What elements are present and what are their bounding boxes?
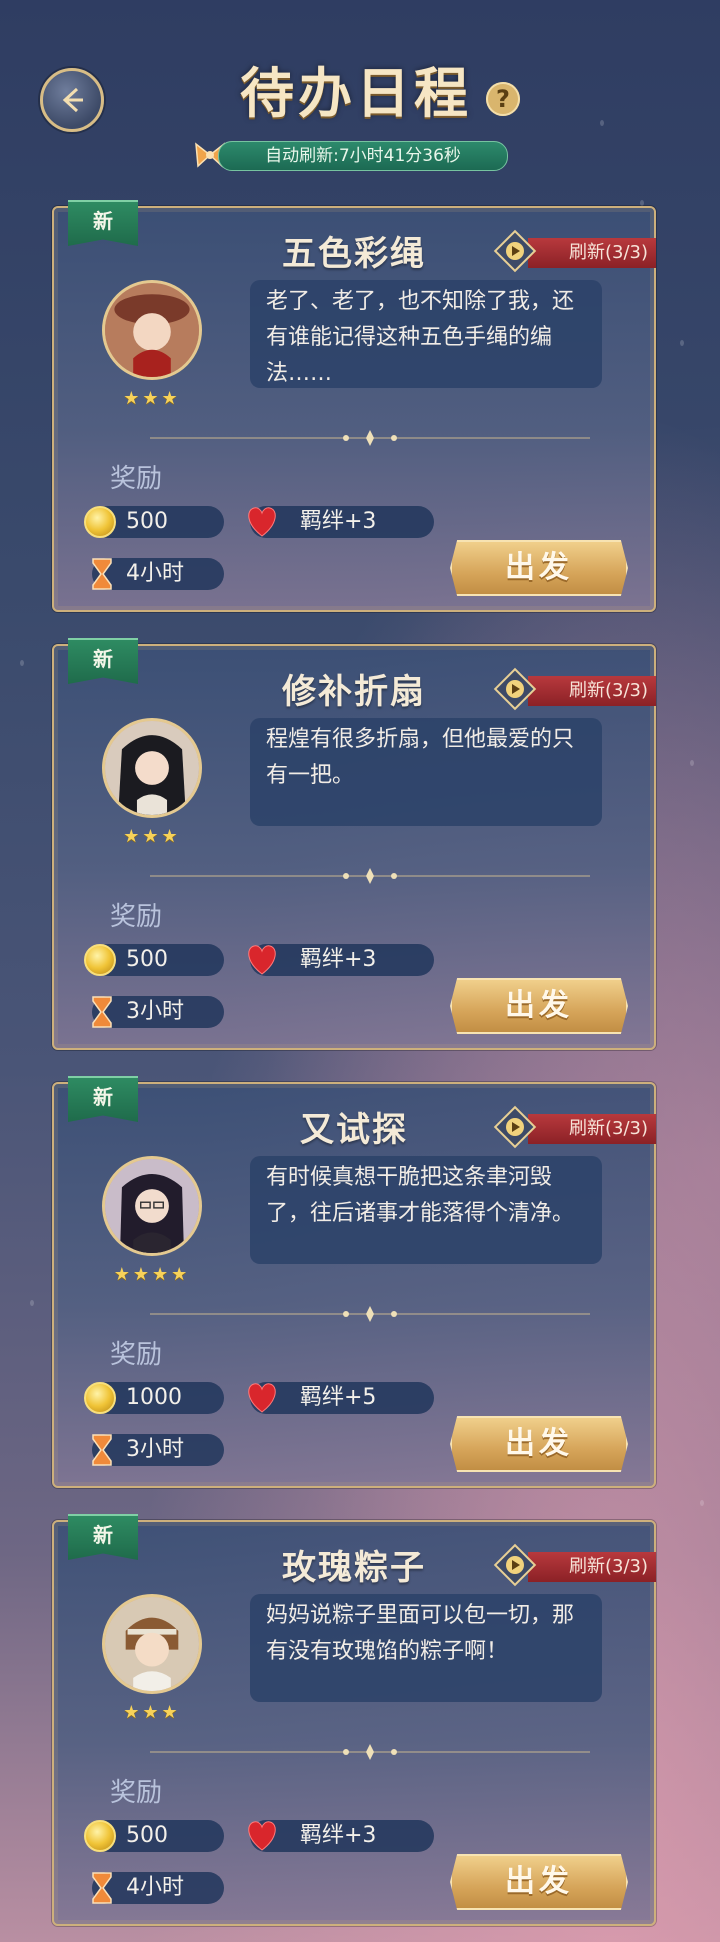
reward-label: 奖励: [110, 1778, 163, 1808]
divider: [150, 868, 590, 884]
depart-button[interactable]: 出发: [450, 978, 628, 1034]
hourglass-icon: [92, 996, 112, 1028]
video-play-icon[interactable]: [492, 1542, 538, 1588]
reward-label: 奖励: [110, 902, 163, 932]
depart-button[interactable]: 出发: [450, 1416, 628, 1472]
bond-amount: 羁绊+5: [300, 1385, 377, 1410]
duration-text: 4小时: [126, 561, 184, 586]
bond-amount: 羁绊+3: [300, 1823, 377, 1848]
rarity-stars: ★★★★: [113, 1264, 191, 1285]
hourglass-icon: [92, 1434, 112, 1466]
coin-icon: [84, 1382, 116, 1414]
divider: [150, 430, 590, 446]
schedule-card: 新 玫瑰粽子 刷新(3/3) ★★★ 妈妈说粽子里面可以包一切，那有没有玫瑰馅的…: [52, 1514, 656, 1926]
reward-label: 奖励: [110, 1340, 163, 1370]
video-play-icon[interactable]: [492, 666, 538, 712]
depart-button[interactable]: 出发: [450, 540, 628, 596]
dialog-text: 妈妈说粽子里面可以包一切，那有没有玫瑰馅的粽子啊！: [250, 1594, 602, 1702]
rarity-stars: ★★★: [123, 826, 181, 847]
bond-amount: 羁绊+3: [300, 509, 377, 534]
hourglass-icon: [92, 1872, 112, 1904]
heart-icon: [248, 1821, 276, 1851]
coin-amount: 1000: [126, 1385, 182, 1410]
heart-icon: [248, 507, 276, 537]
video-play-icon[interactable]: [492, 1104, 538, 1150]
hourglass-icon: [92, 558, 112, 590]
character-avatar: [102, 1156, 202, 1256]
coin-amount: 500: [126, 947, 168, 972]
refresh-button[interactable]: 刷新(3/3): [528, 238, 656, 268]
character-avatar: [102, 280, 202, 380]
heart-icon: [248, 1383, 276, 1413]
schedule-card: 新 修补折扇 刷新(3/3) ★★★ 程煌有很多折扇，但他最爱的只有一把。 奖励…: [52, 638, 656, 1050]
refresh-button[interactable]: 刷新(3/3): [528, 676, 656, 706]
divider: [150, 1306, 590, 1322]
schedule-card: 新 五色彩绳 刷新(3/3) ★★★ 老了、老了，也不知除了我，还有谁能记得这种…: [52, 200, 656, 612]
page-title: 待办日程: [240, 61, 472, 125]
auto-refresh-timer: 自动刷新:7小时41分36秒: [218, 141, 508, 171]
duration-text: 3小时: [126, 999, 184, 1024]
coin-icon: [84, 944, 116, 976]
heart-icon: [248, 945, 276, 975]
help-icon[interactable]: ?: [486, 82, 520, 116]
dialog-text: 程煌有很多折扇，但他最爱的只有一把。: [250, 718, 602, 826]
depart-button[interactable]: 出发: [450, 1854, 628, 1910]
schedule-card: 新 又试探 刷新(3/3) ★★★★ 有时候真想干脆把这条聿河毁了，往后诸事才能…: [52, 1076, 656, 1488]
back-button[interactable]: [40, 68, 104, 132]
dialog-text: 老了、老了，也不知除了我，还有谁能记得这种五色手绳的编法……: [250, 280, 602, 388]
reward-label: 奖励: [110, 464, 163, 494]
coin-icon: [84, 1820, 116, 1852]
rarity-stars: ★★★: [123, 1702, 181, 1723]
video-play-icon[interactable]: [492, 228, 538, 274]
coin-amount: 500: [126, 1823, 168, 1848]
character-avatar: [102, 1594, 202, 1694]
back-arrow-icon: [62, 87, 83, 113]
refresh-button[interactable]: 刷新(3/3): [528, 1552, 656, 1582]
refresh-button[interactable]: 刷新(3/3): [528, 1114, 656, 1144]
dialog-text: 有时候真想干脆把这条聿河毁了，往后诸事才能落得个清净。: [250, 1156, 602, 1264]
duration-text: 3小时: [126, 1437, 184, 1462]
coin-amount: 500: [126, 509, 168, 534]
bond-amount: 羁绊+3: [300, 947, 377, 972]
character-avatar: [102, 718, 202, 818]
duration-text: 4小时: [126, 1875, 184, 1900]
coin-icon: [84, 506, 116, 538]
rarity-stars: ★★★: [123, 388, 181, 409]
divider: [150, 1744, 590, 1760]
